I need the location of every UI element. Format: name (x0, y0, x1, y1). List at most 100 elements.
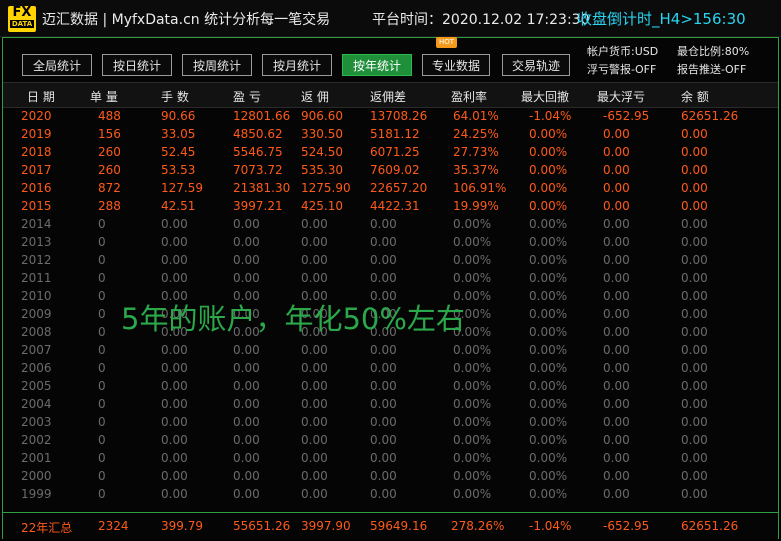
platform-time: 平台时间：2020.12.02 17:23:30 (372, 12, 590, 28)
cell-max-drawdown: 0.00% (529, 361, 568, 375)
cell-lots: 0.00 (161, 217, 188, 231)
cell-date: 2003 (21, 415, 52, 429)
cell-rebate-diff: 0.00 (370, 217, 397, 231)
cell-pnl: 0.00 (233, 487, 260, 501)
cell-pnl: 0.00 (233, 397, 260, 411)
cell-date: 2007 (21, 343, 52, 357)
table-row: 1999 0 0.00 0.00 0.00 0.00 0.00% 0.00% 0.00 0.00 (3, 486, 778, 504)
table-row: 2002 0 0.00 0.00 0.00 0.00 0.00% 0.00% 0.00 0.00 (3, 432, 778, 450)
cell-balance: 0.00 (681, 127, 708, 141)
cell-lots: 0.00 (161, 415, 188, 429)
cell-max-floating-loss: 0.00 (603, 145, 630, 159)
tab-yearly-stats[interactable]: 按年统计 (342, 54, 412, 76)
cell-rebate: 0.00 (301, 235, 328, 249)
table-row: 2013 0 0.00 0.00 0.00 0.00 0.00% 0.00% 0.00 0.00 (3, 234, 778, 252)
cell-orders: 0 (98, 433, 106, 447)
cell-balance: 0.00 (681, 181, 708, 195)
cell-lots: 0.00 (161, 361, 188, 375)
cell-orders: 0 (98, 217, 106, 231)
cell-profit-rate: 0.00% (453, 379, 492, 393)
cell-profit-rate: 35.37% (453, 163, 499, 177)
cell-date: 2005 (21, 379, 52, 393)
cell-balance: 0.00 (681, 487, 708, 501)
cell-max-drawdown: -1.04% (529, 109, 572, 123)
table-row: 2005 0 0.00 0.00 0.00 0.00 0.00% 0.00% 0.00 0.00 (3, 378, 778, 396)
col-rebate-diff: 返佣差 (370, 90, 407, 104)
col-date: 日 期 (27, 90, 55, 104)
cell-rebate: 0.00 (301, 217, 328, 231)
cell-rebate-diff: 4422.31 (370, 199, 420, 213)
table-row: 2000 0 0.00 0.00 0.00 0.00 0.00% 0.00% 0.00 0.00 (3, 468, 778, 486)
cell-max-drawdown: 0.00% (529, 487, 568, 501)
cell-max-drawdown: 0.00% (529, 127, 568, 141)
cell-lots: 0.00 (161, 271, 188, 285)
cell-pnl: 0.00 (233, 415, 260, 429)
cell-max-floating-loss: 0.00 (603, 181, 630, 195)
cell-max-floating-loss: 0.00 (603, 163, 630, 177)
logo-fx-text: FX (12, 5, 32, 20)
table-row: 2001 0 0.00 0.00 0.00 0.00 0.00% 0.00% 0.00 0.00 (3, 450, 778, 468)
cell-profit-rate: 0.00% (453, 361, 492, 375)
cell-max-floating-loss: 0.00 (603, 217, 630, 231)
col-pnl: 盈 亏 (233, 90, 261, 104)
cell-rebate-diff: 6071.25 (370, 145, 420, 159)
cell-pnl: 0.00 (233, 343, 260, 357)
cell-rebate: 0.00 (301, 253, 328, 267)
cell-orders: 0 (98, 361, 106, 375)
cell-balance: 0.00 (681, 469, 708, 483)
tab-weekly-stats[interactable]: 按周统计 (182, 54, 252, 76)
cell-rebate: 524.50 (301, 145, 343, 159)
cell-max-floating-loss: 0.00 (603, 415, 630, 429)
cell-rebate-diff: 22657.20 (370, 181, 428, 195)
cell-orders: 0 (98, 343, 106, 357)
cell-profit-rate: 0.00% (453, 271, 492, 285)
cell-rebate-diff: 7609.02 (370, 163, 420, 177)
summary-row: 22年汇总 2324 399.79 55651.26 3997.90 59649… (3, 512, 778, 539)
table-header: 日 期 单 量 手 数 盈 亏 返 佣 返佣差 盈利率 最大回撤 最大浮亏 余 … (3, 82, 778, 108)
cell-rebate: 0.00 (301, 433, 328, 447)
stats-panel: 全局统计 按日统计 按周统计 按月统计 按年统计 专业数据 HOT 交易轨迹 帐… (2, 37, 779, 539)
cell-max-drawdown: 0.00% (529, 469, 568, 483)
cell-orders: 0 (98, 307, 106, 321)
tab-global-stats[interactable]: 全局统计 (22, 54, 92, 76)
cell-max-drawdown: 0.00% (529, 163, 568, 177)
col-max-floating-loss: 最大浮亏 (597, 90, 646, 104)
col-rebate: 返 佣 (301, 90, 329, 104)
cell-orders: 0 (98, 415, 106, 429)
cell-pnl: 7073.72 (233, 163, 283, 177)
table-row: 2020 488 90.66 12801.66 906.60 13708.26 64.01%… (3, 108, 778, 126)
cell-lots: 0.00 (161, 469, 188, 483)
cell-rebate: 1275.90 (301, 181, 351, 195)
cell-date: 2019 (21, 127, 52, 141)
cell-max-drawdown: 0.00% (529, 433, 568, 447)
report-push[interactable]: 报告推送-OFF (677, 61, 746, 77)
cell-rebate: 0.00 (301, 379, 328, 393)
cell-date: 2001 (21, 451, 52, 465)
table-row: 2018 260 52.45 5546.75 524.50 6071.25 27.73% 0.… (3, 144, 778, 162)
close-countdown: 收盘倒计时_H4>156:30 (577, 10, 746, 28)
cell-rebate: 906.60 (301, 109, 343, 123)
cell-pnl: 3997.21 (233, 199, 283, 213)
cell-balance: 0.00 (681, 199, 708, 213)
cell-date: 2015 (21, 199, 52, 213)
cell-orders: 0 (98, 397, 106, 411)
tab-pro-data[interactable]: 专业数据 (422, 54, 490, 76)
cell-max-drawdown: 0.00% (529, 145, 568, 159)
summary-rebate: 3997.90 (301, 519, 351, 533)
cell-pnl: 12801.66 (233, 109, 291, 123)
cell-lots: 0.00 (161, 397, 188, 411)
cell-pnl: 4850.62 (233, 127, 283, 141)
cell-date: 2017 (21, 163, 52, 177)
tab-trade-track[interactable]: 交易轨迹 (502, 54, 570, 76)
tab-daily-stats[interactable]: 按日统计 (102, 54, 172, 76)
cell-lots: 0.00 (161, 235, 188, 249)
cell-balance: 0.00 (681, 343, 708, 357)
cell-max-drawdown: 0.00% (529, 235, 568, 249)
cell-profit-rate: 64.01% (453, 109, 499, 123)
cell-max-floating-loss: 0.00 (603, 325, 630, 339)
cell-pnl: 0.00 (233, 361, 260, 375)
tab-monthly-stats[interactable]: 按月统计 (262, 54, 332, 76)
cell-balance: 0.00 (681, 271, 708, 285)
floating-loss-alert[interactable]: 浮亏警报-OFF (587, 61, 656, 77)
cell-rebate-diff: 0.00 (370, 451, 397, 465)
